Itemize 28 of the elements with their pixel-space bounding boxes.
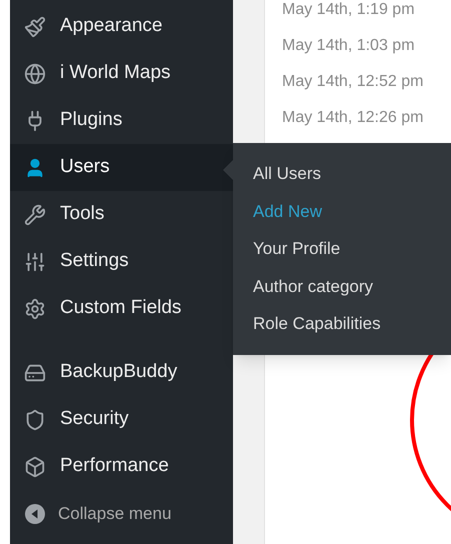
- timestamp: May 14th, 12:52 pm: [282, 72, 424, 92]
- globe-icon: [24, 62, 46, 84]
- timestamp: May 14th, 12:26 pm: [282, 108, 424, 128]
- timestamp: May 14th, 1:03 pm: [282, 36, 416, 56]
- sidebar-item[interactable]: Performance: [10, 443, 233, 490]
- sidebar-item[interactable]: Settings: [10, 238, 233, 285]
- sidebar-item[interactable]: i World Maps: [10, 50, 233, 97]
- sidebar-item[interactable]: Custom Fields: [10, 285, 233, 332]
- sliders-icon: [24, 250, 46, 272]
- submenu-item[interactable]: Author category: [233, 268, 451, 305]
- shield-icon: [24, 408, 46, 430]
- settings-icon: [24, 298, 46, 320]
- sidebar-item[interactable]: Tools: [10, 191, 233, 238]
- sidebar-item[interactable]: Security: [10, 396, 233, 443]
- collapse-icon: [24, 502, 46, 524]
- submenu-item[interactable]: All Users: [233, 155, 451, 192]
- submenu-item[interactable]: Add New: [233, 192, 451, 230]
- sidebar-item[interactable]: Plugins: [10, 97, 233, 144]
- paintbrush-icon: [24, 16, 46, 38]
- submenu-item[interactable]: Your Profile: [233, 230, 451, 268]
- sidebar-item[interactable]: Appearance: [10, 3, 233, 50]
- submenu-item[interactable]: Role Capabilities: [233, 305, 451, 342]
- wrench-icon: [24, 204, 46, 226]
- cube-icon: [24, 456, 46, 478]
- sidebar-item[interactable]: Users: [10, 144, 233, 191]
- sidebar-item[interactable]: BackupBuddy: [10, 349, 233, 396]
- timestamp: May 14th, 1:19 pm: [282, 0, 416, 20]
- collapse-menu-button[interactable]: Collapse menu: [10, 490, 233, 537]
